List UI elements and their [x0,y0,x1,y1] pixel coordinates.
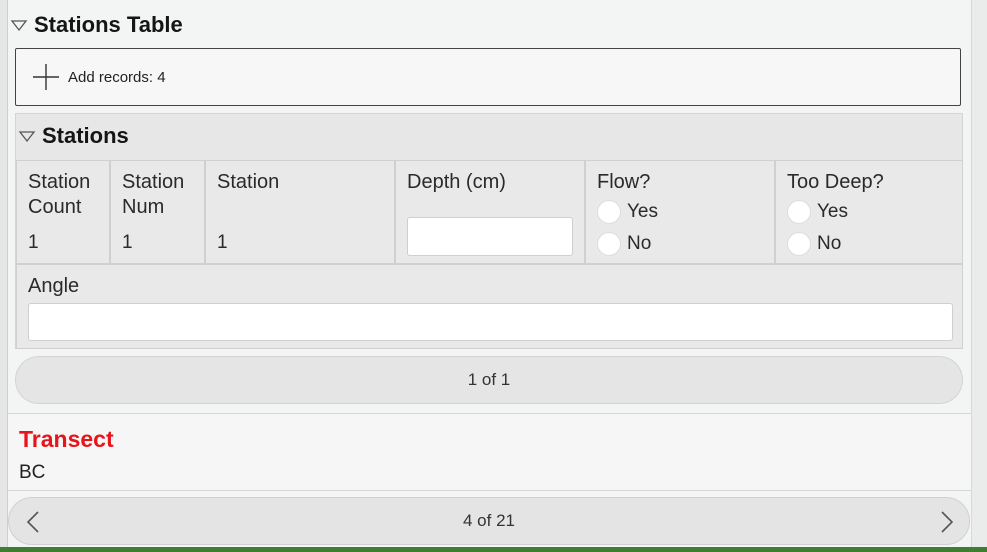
flow-yes-option[interactable]: Yes [597,200,658,224]
depth-cell: Depth (cm) [395,160,585,264]
angle-label: Angle [28,275,80,297]
station-count-value: 1 [28,232,39,253]
depth-label: Depth (cm) [407,171,506,193]
depth-input[interactable] [407,217,573,256]
flow-yes-label: Yes [627,201,658,222]
transect-card: Transect BC [8,413,971,491]
station-count-cell: Station Count 1 [16,160,110,264]
radio-button[interactable] [787,232,811,256]
collapse-triangle-icon [10,20,28,32]
too-deep-no-label: No [817,233,842,254]
too-deep-no-option[interactable]: No [787,232,841,256]
add-records-button[interactable]: Add records: 4 [15,48,961,106]
angle-input[interactable] [28,303,953,341]
transect-value: BC [19,462,46,483]
bottom-accent-bar [0,547,987,552]
scrollbar-track[interactable] [971,0,987,547]
chevron-left-icon[interactable] [23,510,45,534]
station-value: 1 [217,232,228,253]
record-pager-label: 4 of 21 [463,511,515,530]
collapse-triangle-icon [18,131,36,143]
station-cell: Station 1 [205,160,395,264]
transect-title: Transect [19,426,114,452]
add-records-label: Add records: 4 [68,68,166,86]
too-deep-yes-option[interactable]: Yes [787,200,848,224]
stations-table-title: Stations Table [34,12,183,37]
too-deep-yes-label: Yes [817,201,848,222]
radio-button[interactable] [787,200,811,224]
flow-no-label: No [627,233,652,254]
radio-button[interactable] [597,200,621,224]
record-pager: 4 of 21 [8,497,970,545]
flow-label: Flow? [597,171,651,193]
stations-pager-label: 1 of 1 [467,370,511,389]
station-num-value: 1 [122,232,133,253]
stations-table-header[interactable]: Stations Table [10,12,183,38]
station-label: Station [217,171,280,193]
plus-icon [33,64,59,90]
stations-title: Stations [42,123,129,148]
station-num-label: Station Num [122,171,185,218]
stations-header[interactable]: Stations [18,123,129,149]
flow-cell: Flow? Yes No [585,160,775,264]
station-count-label: Station Count [28,171,91,218]
station-num-cell: Station Num 1 [110,160,205,264]
stations-pager[interactable]: 1 of 1 [15,356,963,404]
radio-button[interactable] [597,232,621,256]
flow-no-option[interactable]: No [597,232,651,256]
angle-cell: Angle [16,264,963,349]
too-deep-cell: Too Deep? Yes No [775,160,963,264]
chevron-right-icon[interactable] [935,510,957,534]
too-deep-label: Too Deep? [787,171,884,193]
